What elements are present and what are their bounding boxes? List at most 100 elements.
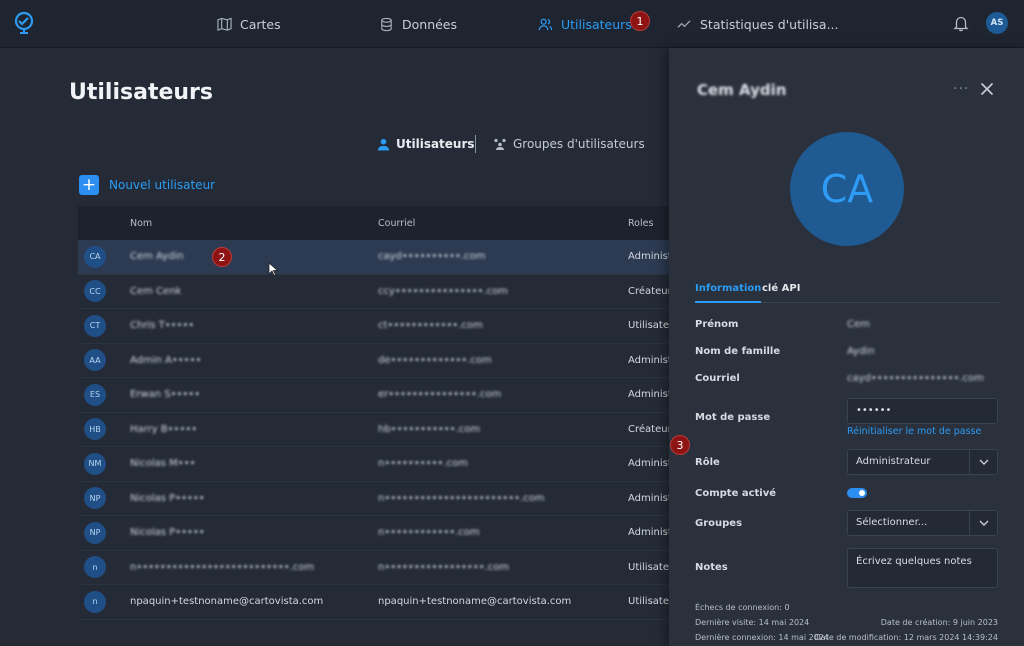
row-email: ccy•••••••••••••••.com: [378, 285, 508, 297]
email-label: Courriel: [695, 373, 740, 384]
header-name[interactable]: Nom: [130, 218, 378, 229]
row-email: n••••••••••••.com: [378, 527, 480, 539]
row-role: Administrateur: [628, 251, 670, 263]
role-select[interactable]: Administrateur: [847, 449, 998, 475]
header-roles[interactable]: Roles: [628, 218, 670, 229]
avatar: CT: [84, 314, 106, 337]
bell-icon[interactable]: [952, 14, 970, 32]
close-icon[interactable]: [979, 81, 995, 97]
row-email: n••••••••••.com: [378, 458, 468, 470]
notes-textarea[interactable]: Écrivez quelques notes: [847, 548, 998, 588]
table-row[interactable]: NM Nicolas M••• n••••••••••.com Administrat…: [78, 447, 670, 482]
nav-label-data: Données: [402, 16, 458, 32]
app-logo-icon[interactable]: [12, 11, 36, 35]
user-detail-panel: Cem Aydin ··· CA Information clé API Pré…: [669, 48, 1024, 646]
last-name-label: Nom de famille: [695, 346, 781, 357]
panel-title: Cem Aydin: [697, 81, 787, 99]
row-email: er•••••••••••••••.com: [378, 389, 502, 401]
avatar: n: [84, 556, 106, 579]
row-role: Administrateur: [628, 354, 670, 366]
nav-item-data[interactable]: Données: [379, 14, 457, 34]
creation-date: Date de création: 9 juin 2023: [880, 618, 998, 627]
last-name-value: Aydin: [847, 346, 875, 357]
table-row[interactable]: NP Nicolas P••••• n•••••••••••••••••••••••…: [78, 482, 670, 516]
tab-api-key[interactable]: clé API: [762, 283, 800, 294]
avatar: AA: [84, 349, 106, 372]
stats-icon: [677, 19, 691, 28]
panel-avatar: CA: [790, 132, 904, 246]
nav-item-maps[interactable]: Cartes: [217, 14, 281, 34]
first-name-value: Cem: [847, 319, 870, 330]
reset-password-link[interactable]: Réinitialiser le mot de passe: [847, 426, 981, 437]
chevron-down-icon: [969, 450, 997, 474]
account-active-toggle[interactable]: [847, 488, 867, 498]
table-row[interactable]: ES Erwan S••••• er•••••••••••••••.com Admin…: [78, 378, 670, 413]
nav-label-statistics: Statistiques d'utilisa...: [700, 16, 839, 32]
more-options-icon[interactable]: ···: [953, 81, 969, 97]
table-row[interactable]: CC Cem Cenk ccy•••••••••••••••.com Créateur: [78, 275, 670, 309]
row-name: Chris T•••••: [130, 320, 195, 332]
user-groups-icon: [494, 138, 506, 150]
database-icon: [381, 17, 392, 31]
row-role: Utilisateur: [628, 320, 670, 332]
row-role: Créateur: [628, 285, 670, 297]
nav-item-users[interactable]: Utilisateurs: [538, 14, 632, 34]
row-name: Admin A•••••: [130, 354, 202, 366]
groups-label: Groupes: [695, 518, 743, 529]
table-row[interactable]: CA Cem Aydin cayd••••••••••.com Administrat…: [78, 240, 670, 275]
user-avatar[interactable]: AS: [986, 12, 1008, 34]
avatar: NP: [84, 487, 106, 510]
last-visit: Dernière visite: 14 mai 2024: [695, 618, 810, 627]
avatar: HB: [84, 418, 106, 441]
tab-user-groups[interactable]: Groupes d'utilisateurs: [493, 134, 645, 154]
row-email: npaquin+testnoname@cartovista.com: [378, 596, 572, 608]
table-row[interactable]: AA Admin A••••• de•••••••••••••.com Adminis…: [78, 344, 670, 378]
password-field[interactable]: ••••••: [847, 398, 998, 424]
tab-users-label: Utilisateurs: [396, 137, 475, 151]
row-name: Harry B•••••: [130, 423, 198, 435]
notes-label: Notes: [695, 562, 728, 573]
groups-select-value: Sélectionner...: [856, 517, 928, 528]
page-title: Utilisateurs: [69, 80, 213, 105]
account-active-label: Compte activé: [695, 488, 777, 499]
table-row[interactable]: HB Harry B••••• hb•••••••••••.com Créateur: [78, 413, 670, 447]
row-name: Nicolas M•••: [130, 458, 196, 470]
failed-logins: Échecs de connexion: 0: [695, 603, 790, 612]
row-email: de•••••••••••••.com: [378, 354, 492, 366]
row-email: n•••••••••••••••••.com: [378, 561, 510, 573]
row-name: n••••••••••••••••••••••••••.com: [130, 561, 315, 573]
row-role: Administrateur: [628, 458, 670, 470]
row-name: Nicolas P•••••: [130, 527, 205, 539]
role-select-value: Administrateur: [856, 456, 931, 467]
row-name: npaquin+testnoname@cartovista.com: [130, 596, 324, 608]
avatar: n: [84, 590, 106, 613]
row-email: hb•••••••••••.com: [378, 423, 481, 435]
table-row[interactable]: CT Chris T••••• ct••••••••••••.com Utilisat…: [78, 309, 670, 344]
groups-select[interactable]: Sélectionner...: [847, 510, 998, 536]
avatar: CC: [84, 280, 106, 303]
table-row[interactable]: n n••••••••••••••••••••••••••.com n•••••••…: [78, 551, 670, 585]
first-name-label: Prénom: [695, 319, 739, 330]
map-icon: [217, 17, 232, 31]
plus-icon: +: [79, 175, 99, 195]
tab-information[interactable]: Information: [695, 283, 762, 303]
row-name: Cem Aydin: [130, 251, 184, 263]
avatar: ES: [84, 383, 106, 406]
new-user-button[interactable]: + Nouvel utilisateur: [79, 175, 215, 195]
table-row[interactable]: NP Nicolas P••••• n••••••••••••.com Adminis…: [78, 516, 670, 551]
tab-divider: [475, 135, 476, 153]
tab-user-groups-label: Groupes d'utilisateurs: [513, 137, 645, 151]
nav-item-statistics[interactable]: Statistiques d'utilisa...: [677, 14, 839, 34]
new-user-label: Nouvel utilisateur: [109, 178, 216, 192]
row-role: Administrateur: [628, 527, 670, 539]
header-email[interactable]: Courriel: [378, 218, 628, 229]
password-label: Mot de passe: [695, 412, 771, 423]
mouse-cursor-icon: [268, 262, 278, 276]
avatar: NM: [84, 452, 106, 475]
row-role: Administrateur: [628, 389, 670, 401]
table-row[interactable]: n npaquin+testnoname@cartovista.com npaqui…: [78, 585, 670, 620]
last-login: Dernière connexion: 14 mai 2024: [695, 633, 829, 642]
tab-users[interactable]: Utilisateurs: [377, 134, 475, 154]
row-role: Utilisateur: [628, 596, 670, 608]
user-icon: [377, 138, 390, 151]
